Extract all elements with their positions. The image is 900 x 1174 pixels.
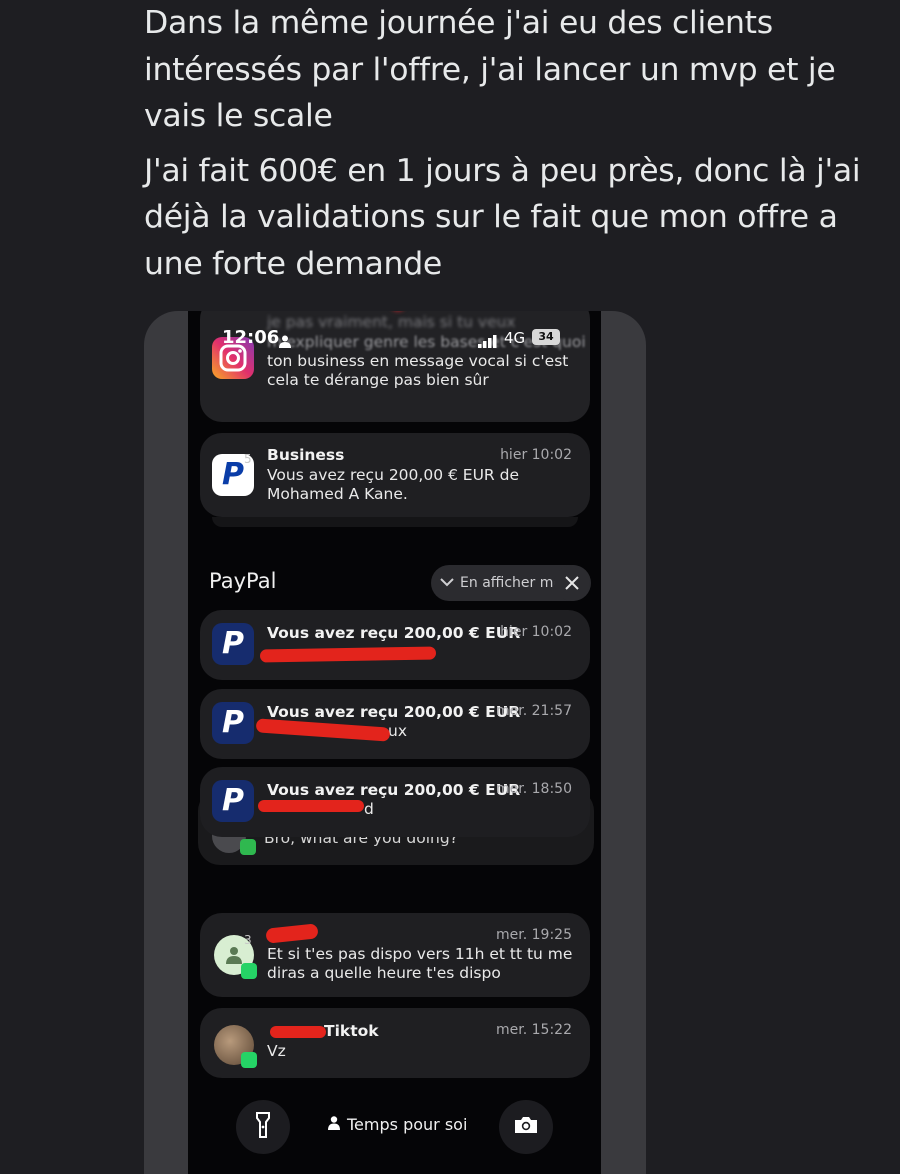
chevron-down-icon [440, 575, 454, 591]
post-paragraph: J'ai fait 600€ en 1 jours à peu près, do… [144, 152, 861, 282]
whatsapp-icon [241, 1052, 257, 1068]
camera-button[interactable] [499, 1100, 553, 1154]
notification-body: Mohamed A Kane. [267, 485, 408, 503]
notification-time: mer. 18:50 [496, 781, 572, 797]
flashlight-button[interactable] [236, 1100, 290, 1154]
flashlight-icon [256, 1112, 270, 1142]
business-notification[interactable]: P 5 Business hier 10:02 Vous avez reçu 2… [200, 433, 590, 517]
screenshot-image[interactable]: je pas vraiment, mais si tu veux m'expli… [144, 311, 646, 1174]
redaction-mark [270, 1026, 326, 1038]
notification-body: ux [388, 722, 407, 740]
person-icon [328, 1115, 340, 1134]
notification-title: Business [267, 446, 345, 464]
notification-body: ton business en message vocal si c'est [267, 352, 569, 370]
redaction-mark [259, 646, 437, 663]
messages-icon [240, 839, 256, 855]
notification-title: Vous avez reçu 200,00 € EUR [267, 624, 521, 642]
close-icon [565, 571, 579, 595]
person-icon [279, 332, 291, 353]
notification-count: 5 [244, 452, 252, 466]
notification-time: mer. 21:57 [496, 703, 572, 719]
close-group-button[interactable] [554, 565, 590, 601]
notification-title: Tiktok [324, 1022, 379, 1040]
paypal-notification[interactable]: P Vous avez reçu 200,00 € EUR hier 10:02 [200, 610, 590, 680]
notification-count: 3 [244, 933, 252, 947]
redaction-mark [255, 718, 391, 742]
stack-shadow [212, 517, 578, 527]
post-text: Dans la même journée j'ai eu des clients… [144, 0, 884, 295]
notification-body: Vous avez reçu 200,00 € EUR de [267, 466, 519, 484]
whatsapp-icon [241, 963, 257, 979]
lock-screen: je pas vraiment, mais si tu veux m'expli… [188, 311, 601, 1174]
redaction-mark [265, 923, 319, 944]
network-label: 4G [504, 329, 526, 347]
post-paragraph: Dans la même journée j'ai eu des clients… [144, 5, 836, 134]
focus-mode[interactable]: Temps pour soi [328, 1115, 467, 1134]
notification-body: Vz [267, 1042, 286, 1060]
notification-title: Vous avez reçu 200,00 € EUR [267, 781, 521, 799]
battery-level: 34 [538, 330, 554, 343]
status-bar: 12:06 4G 34 [222, 327, 572, 349]
status-time: 12:06 [222, 327, 280, 348]
battery-icon: 34 [532, 329, 560, 345]
notification-time: mer. 15:22 [496, 1022, 572, 1038]
redaction-mark [258, 800, 364, 812]
focus-label: Temps pour soi [347, 1115, 468, 1134]
notification-body: d [364, 800, 374, 818]
paypal-notification[interactable]: P Vous avez reçu 200,00 € EUR mer. 18:50… [200, 767, 590, 837]
notification-body: Et si t'es pas dispo vers 11h et tt tu m… [267, 945, 573, 963]
whatsapp-notification[interactable]: 3 mer. 19:25 Et si t'es pas dispo vers 1… [200, 913, 590, 997]
notification-time: mer. 19:25 [496, 927, 572, 943]
notification-time: hier 10:02 [500, 624, 572, 640]
whatsapp-notification[interactable]: Tiktok mer. 15:22 Vz [200, 1008, 590, 1078]
signal-icon [478, 332, 498, 353]
notification-time: hier 10:02 [500, 447, 572, 463]
paypal-icon: P [212, 780, 254, 822]
paypal-icon: P [212, 702, 254, 744]
paypal-notification[interactable]: P Vous avez reçu 200,00 € EUR mer. 21:57… [200, 689, 590, 759]
paypal-icon: P [212, 623, 254, 665]
notification-body: diras a quelle heure t'es dispo [267, 964, 501, 982]
camera-icon [513, 1115, 539, 1139]
notification-body: cela te dérange pas bien sûr [267, 371, 489, 389]
notification-title: Vous avez reçu 200,00 € EUR [267, 703, 521, 721]
group-title: PayPal [209, 569, 277, 593]
